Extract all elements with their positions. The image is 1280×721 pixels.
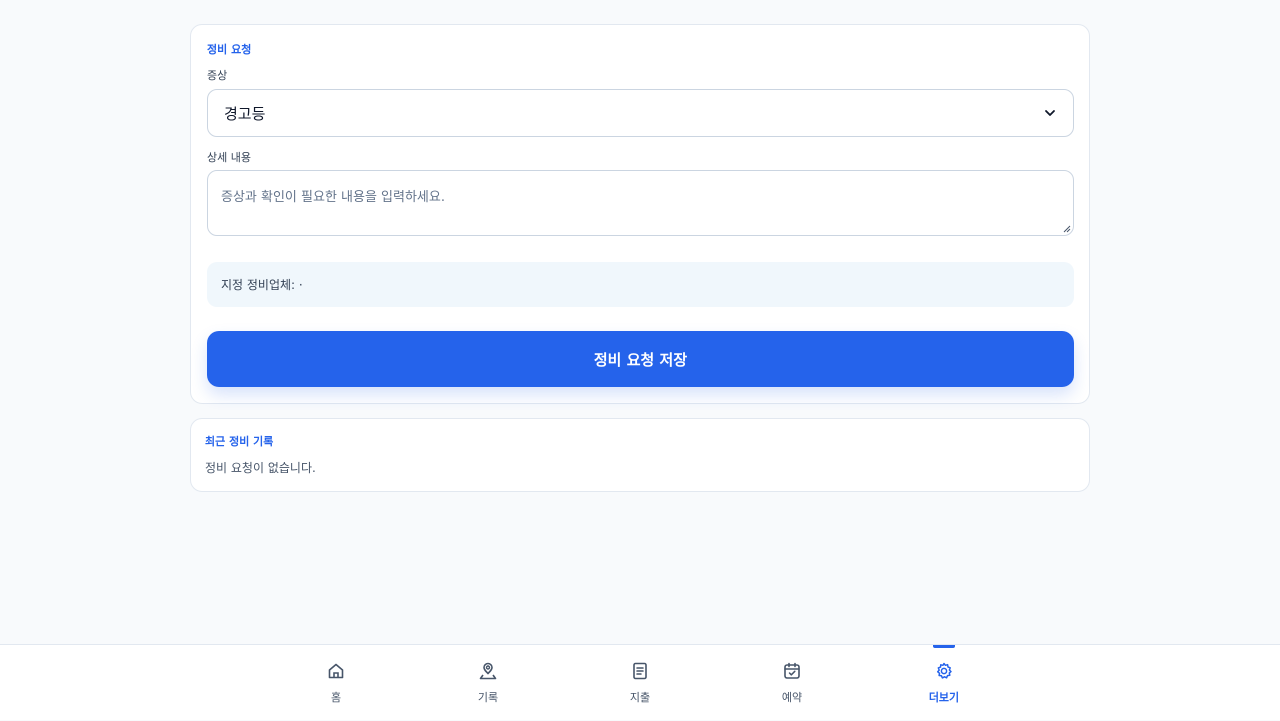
resize-handle-icon[interactable] xyxy=(1063,225,1071,233)
nav-label-reservation: 예약 xyxy=(781,691,803,704)
symptom-select[interactable]: 경고등 xyxy=(207,89,1074,137)
empty-state-text: 정비 요청이 없습니다. xyxy=(205,461,316,475)
maintenance-request-card: 정비 요청 증상 경고등 상세 내용 증상과 확인이 필요한 내용을 입력하세요… xyxy=(190,24,1090,404)
detail-textarea[interactable]: 증상과 확인이 필요한 내용을 입력하세요. xyxy=(207,170,1074,236)
nav-item-expense[interactable]: 지출 xyxy=(600,645,680,721)
section-title-maintenance-request: 정비 요청 xyxy=(207,43,252,56)
gear-icon xyxy=(936,662,952,679)
nav-item-record[interactable]: 기록 xyxy=(448,645,528,721)
home-icon xyxy=(328,663,344,679)
section-title-recent-maintenance: 최근 정비 기록 xyxy=(205,435,274,448)
map-pin-icon xyxy=(479,662,497,680)
assigned-shop-info: 지정 정비업체: · xyxy=(207,262,1074,307)
bottom-navigation: 홈 기록 지출 예약 더보기 xyxy=(0,644,1280,720)
nav-label-home: 홈 xyxy=(330,691,342,704)
symptom-label: 증상 xyxy=(207,69,228,82)
calendar-check-icon xyxy=(784,662,800,679)
save-maintenance-request-button[interactable]: 정비 요청 저장 xyxy=(207,331,1074,387)
nav-item-reservation[interactable]: 예약 xyxy=(752,645,832,721)
nav-item-home[interactable]: 홈 xyxy=(296,645,376,721)
active-tab-indicator xyxy=(933,645,955,648)
nav-item-more[interactable]: 더보기 xyxy=(904,645,984,721)
chevron-down-icon xyxy=(1045,110,1055,116)
nav-label-record: 기록 xyxy=(477,691,499,704)
assigned-shop-text: 지정 정비업체: · xyxy=(221,278,303,292)
detail-placeholder: 증상과 확인이 필요한 내용을 입력하세요. xyxy=(221,190,445,205)
symptom-select-value: 경고등 xyxy=(224,104,266,123)
recent-maintenance-card: 최근 정비 기록 정비 요청이 없습니다. xyxy=(190,418,1090,492)
nav-label-more: 더보기 xyxy=(928,691,960,704)
detail-label: 상세 내용 xyxy=(207,151,251,164)
receipt-icon xyxy=(633,662,647,680)
nav-label-expense: 지출 xyxy=(629,691,651,704)
